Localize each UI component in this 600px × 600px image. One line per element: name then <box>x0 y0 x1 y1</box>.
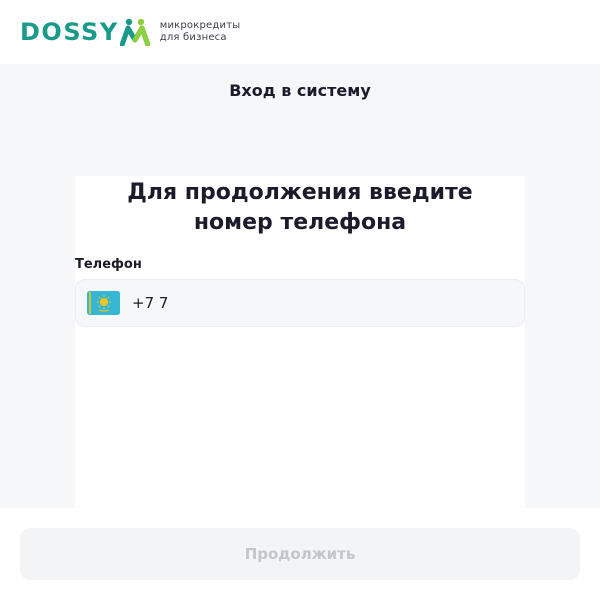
phone-label: Телефон <box>75 257 142 272</box>
page-title: Вход в систему <box>229 81 371 100</box>
footer-bar: Продолжить <box>0 508 600 600</box>
phone-value[interactable]: +7 7 <box>132 294 168 312</box>
logo[interactable]: DOSSY микрокредиты для бизнеса <box>20 18 240 46</box>
continue-button[interactable]: Продолжить <box>20 528 580 580</box>
tagline-line-2: для бизнеса <box>159 32 227 43</box>
phone-input[interactable]: +7 7 <box>75 279 525 327</box>
kazakhstan-flag-icon[interactable] <box>87 291 120 315</box>
tagline-line-1: микрокредиты <box>159 20 241 31</box>
form-title: Для продолжения введите номер телефона <box>75 178 525 238</box>
app-header: DOSSY микрокредиты для бизнеса <box>0 0 600 64</box>
form-title-line-1: Для продолжения введите <box>127 180 473 205</box>
form-title-line-2: номер телефона <box>193 210 407 235</box>
logo-tagline: микрокредиты для бизнеса <box>160 20 241 44</box>
logo-people-icon <box>119 18 150 46</box>
login-card: Для продолжения введите номер телефона Т… <box>75 176 525 508</box>
logo-wordmark: DOSSY <box>20 18 119 46</box>
